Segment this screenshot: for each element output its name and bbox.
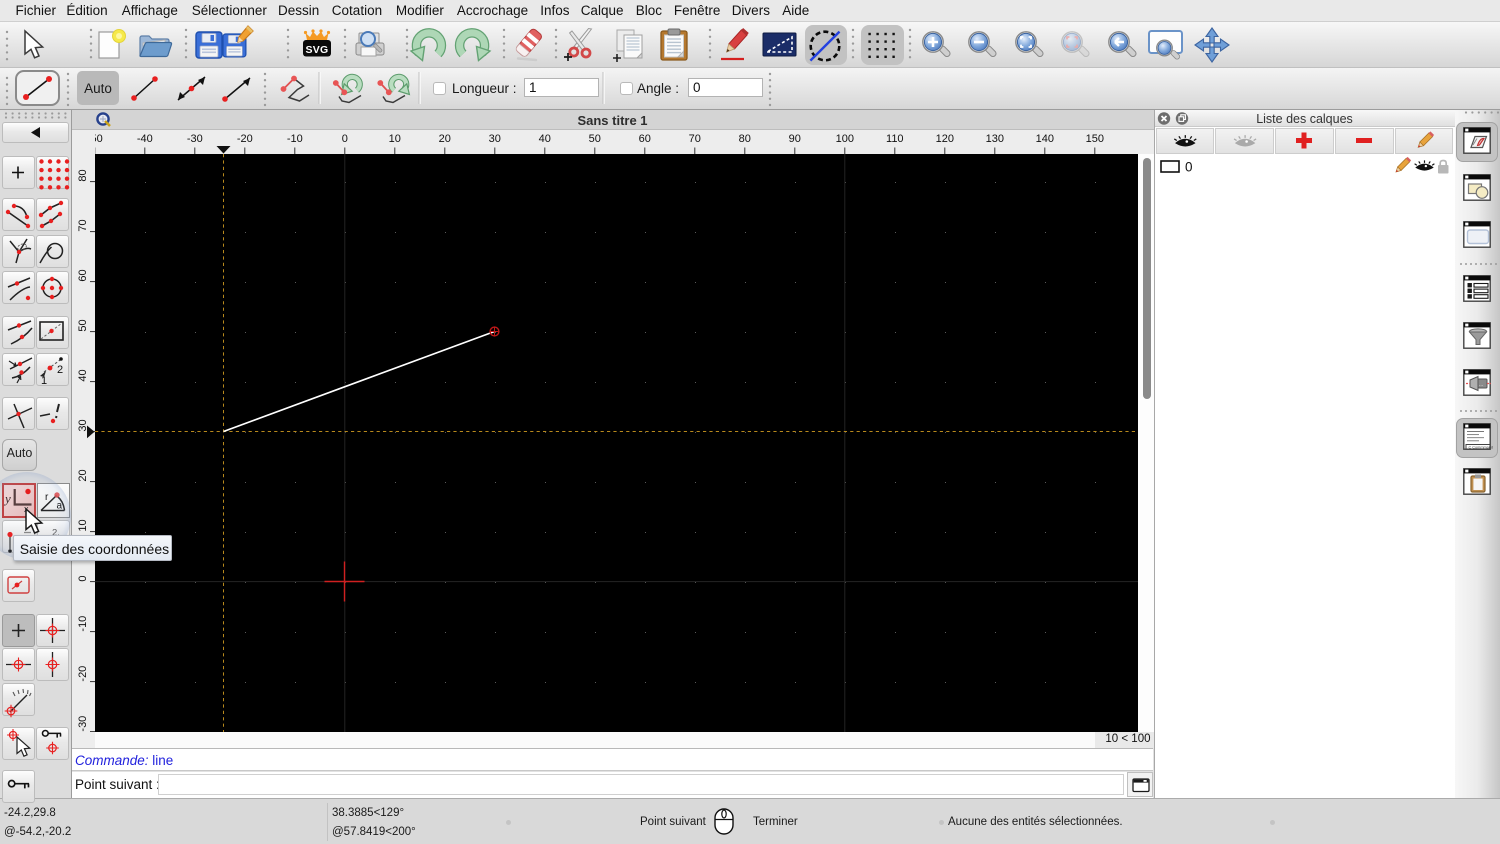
svg-text:...: ... — [1479, 382, 1483, 388]
svg-text:C Commmand: C Commmand — [1469, 445, 1493, 449]
svg-text:0: 0 — [1185, 160, 1193, 175]
